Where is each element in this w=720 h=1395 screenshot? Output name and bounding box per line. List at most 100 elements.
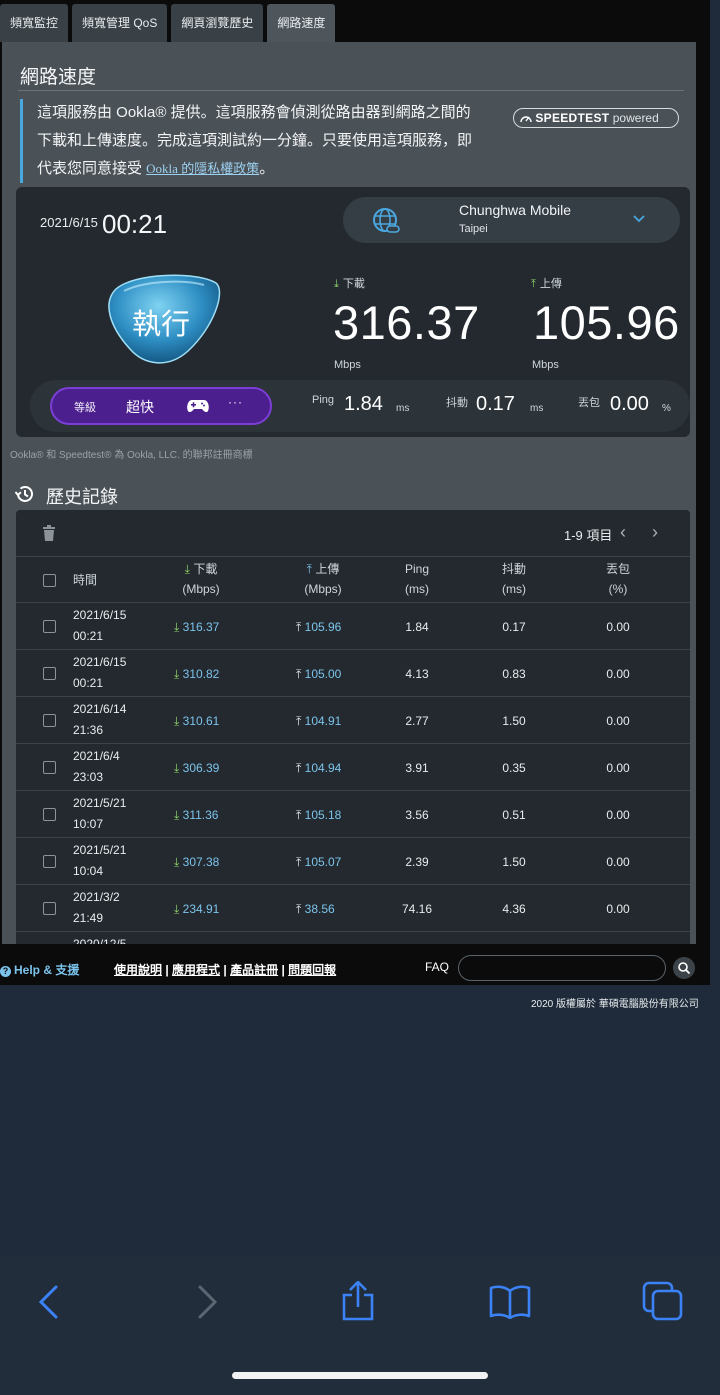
row-download: ⤓ 316.37 — [174, 620, 219, 635]
row-time: 00:21 — [73, 676, 104, 690]
row-upload-value: 105.00 — [304, 667, 342, 681]
row-upload-value: 38.56 — [304, 902, 335, 916]
table-row: 2021/6/4 23:03 ⤓ 306.39 ⤒ 104.94 3.91 0.35 0.0… — [16, 744, 690, 791]
server-selector[interactable]: Chunghwa Mobile Taipei — [343, 197, 680, 243]
back-icon[interactable] — [36, 1285, 62, 1319]
download-arrow-icon: ⤓ — [174, 902, 183, 916]
row-download-value: 234.91 — [182, 902, 220, 916]
page-title: 網路速度 — [20, 67, 97, 88]
row-checkbox[interactable] — [43, 620, 56, 633]
row-upload-value: 105.96 — [304, 620, 342, 634]
service-info: 這項服務由 Ookla® 提供。這項服務會偵測從路由器到網路之間的 下載和上傳速… — [20, 99, 500, 183]
row-download: ⤓ 311.36 — [174, 808, 218, 823]
tab-qos[interactable]: 頻寬管理 QoS — [72, 4, 168, 42]
row-jitter: 0.17 — [502, 620, 526, 634]
row-download: ⤓ 310.61 — [174, 714, 219, 729]
result-card: 2021/6/15 00:21 Chunghwa Mobile Taipei 執… — [16, 187, 690, 437]
row-upload: ⤒ 105.00 — [296, 667, 341, 682]
upload-arrow-icon: ⤒ — [296, 620, 305, 634]
download-arrow-icon: ⤓ — [334, 278, 339, 290]
privacy-policy-link[interactable]: Ookla 的隱私權政策 — [146, 161, 259, 176]
col-upload-label: 上傳 — [315, 562, 340, 576]
tab-web-history[interactable]: 網頁瀏覽歷史 — [171, 4, 264, 42]
info-line-2: 下載和上傳速度。完成這項測試約一分鐘。只要使用這項服務，即 — [37, 132, 473, 149]
row-upload-value: 105.07 — [304, 855, 342, 869]
upload-arrow-icon: ⤒ — [296, 714, 305, 728]
col-ping: Ping (ms) — [395, 559, 439, 599]
help-link[interactable]: ? Help & 支援 — [0, 961, 79, 978]
tab-speedtest[interactable]: 網路速度 — [267, 4, 336, 42]
row-jitter: 0.35 — [502, 761, 526, 775]
faq-label: FAQ — [425, 960, 450, 974]
row-checkbox[interactable] — [43, 667, 56, 680]
forward-icon[interactable] — [194, 1285, 220, 1319]
row-ping: 3.91 — [405, 761, 429, 775]
ping-label: Ping — [312, 394, 335, 406]
row-ping: 74.16 — [401, 902, 433, 916]
row-checkbox[interactable] — [43, 714, 56, 727]
download-arrow-icon: ⤓ — [174, 714, 183, 728]
row-download-value: 307.38 — [182, 855, 220, 869]
col-download-label: 下載 — [193, 562, 218, 576]
col-download-unit: (Mbps) — [182, 582, 220, 596]
grade-pill[interactable]: 等級 超快 ··· — [50, 387, 272, 425]
row-checkbox[interactable] — [43, 761, 56, 774]
upload-label: ⤒ 上傳 — [531, 275, 562, 291]
bookmarks-icon[interactable] — [488, 1283, 532, 1319]
badge-suffix: powered — [612, 111, 659, 125]
tab-bar: 頻寬監控 頻寬管理 QoS 網頁瀏覽歷史 網路速度 — [0, 4, 339, 42]
row-download-value: 310.82 — [182, 667, 220, 681]
row-download-value: 306.39 — [182, 761, 220, 775]
row-ping: 1.84 — [405, 620, 429, 634]
row-loss: 0.00 — [606, 667, 630, 681]
tabs-icon[interactable] — [642, 1281, 684, 1321]
next-page-icon[interactable]: › — [652, 522, 658, 543]
test-time: 00:21 — [102, 209, 168, 239]
info-line-3: 代表您同意接受 Ookla 的隱私權政策。 — [37, 155, 500, 183]
select-all-checkbox[interactable] — [43, 574, 56, 587]
info-line-1: 這項服務由 Ookla® 提供。這項服務會偵測從路由器到網路之間的 — [37, 104, 471, 121]
row-loss: 0.00 — [606, 761, 630, 775]
row-checkbox[interactable] — [43, 855, 56, 868]
row-upload: ⤒ 104.91 — [296, 714, 341, 729]
footer-link-feedback[interactable]: 問題回報 — [288, 963, 336, 977]
history-title: 歷史記錄 — [46, 487, 118, 507]
table-row: 2021/5/21 10:04 ⤓ 307.38 ⤒ 105.07 2.39 1.50 0.… — [16, 838, 690, 885]
table-row: 2020/12/5 — [16, 932, 690, 944]
row-checkbox[interactable] — [43, 902, 56, 915]
upload-value: 105.96 — [533, 296, 680, 349]
footer: ? Help & 支援 使用說明 | 應用程式 | 產品註冊 | 問題回報 FAQ — [0, 955, 710, 983]
share-icon[interactable] — [340, 1281, 376, 1321]
help-label: Help & 支援 — [14, 963, 80, 977]
row-checkbox[interactable] — [43, 808, 56, 821]
trademark-notice: Ookla® 和 Speedtest® 為 Ookla, LLC. 的聯邦註冊商… — [10, 450, 253, 461]
ping-unit: ms — [396, 403, 410, 414]
row-download-value: 316.37 — [182, 620, 220, 634]
row-upload: ⤒ 38.56 — [296, 902, 335, 917]
row-upload-value: 104.94 — [304, 761, 342, 775]
trash-icon[interactable] — [42, 525, 56, 541]
row-download-value: 311.36 — [182, 808, 219, 822]
footer-link-register[interactable]: 產品註冊 — [230, 963, 278, 977]
col-time: 時間 — [73, 573, 98, 587]
download-arrow-icon: ⤓ — [174, 761, 183, 775]
row-download: ⤓ 307.38 — [174, 855, 219, 870]
faq-search-input[interactable] — [458, 955, 666, 981]
row-time: 21:36 — [73, 723, 104, 737]
col-download: ⤓ 下載 (Mbps) — [166, 559, 236, 599]
info-line-3-end: 。 — [259, 160, 275, 177]
row-loss: 0.00 — [606, 714, 630, 728]
row-date: 2021/6/4 — [73, 749, 120, 763]
history-table: 1-9 項目 ‹ › 時間 ⤓ 下載 (Mbps) ⤒ 上傳 (Mbps) Ping… — [16, 510, 690, 944]
loss-label: 丟包 — [578, 397, 600, 409]
upload-arrow-icon: ⤒ — [531, 278, 536, 290]
row-upload-value: 104.91 — [304, 714, 342, 728]
footer-link-apps[interactable]: 應用程式 — [172, 963, 220, 977]
prev-page-icon[interactable]: ‹ — [620, 522, 626, 543]
search-icon[interactable] — [673, 957, 695, 979]
copyright: 2020 版權屬於 華碩電腦股份有限公司 — [531, 999, 699, 1010]
tab-bandwidth-monitor[interactable]: 頻寬監控 — [0, 4, 69, 42]
upload-arrow-icon: ⤒ — [296, 855, 305, 869]
row-upload: ⤒ 105.18 — [296, 808, 341, 823]
footer-link-manual[interactable]: 使用說明 — [114, 963, 162, 977]
